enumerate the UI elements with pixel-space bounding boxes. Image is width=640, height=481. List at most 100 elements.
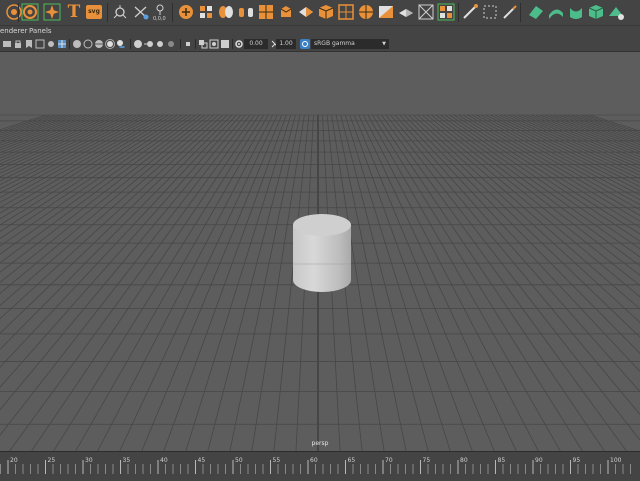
nurbs-cube-icon[interactable]	[586, 2, 606, 22]
grid-line	[458, 115, 640, 451]
grid-line	[341, 115, 431, 451]
grid-line	[0, 115, 141, 451]
grid-line	[486, 115, 640, 451]
timeline-tick-label: 95	[573, 457, 581, 464]
cube-icon[interactable]	[316, 2, 336, 22]
wireframe-on-shaded-icon[interactable]	[83, 39, 93, 49]
backface-icon[interactable]	[220, 39, 230, 49]
joint-icon[interactable]	[110, 2, 130, 22]
timeline-tick-label: 30	[85, 457, 93, 464]
nurbs-plane-icon[interactable]	[526, 2, 546, 22]
use-lights-icon[interactable]	[105, 39, 115, 49]
wireframe-icon[interactable]	[57, 39, 67, 49]
grid-line	[206, 115, 296, 451]
camera-attributes-icon[interactable]	[46, 39, 56, 49]
grid-line	[0, 115, 232, 451]
grid-line	[0, 115, 60, 451]
grid-line	[372, 115, 588, 451]
exposure-icon[interactable]	[234, 39, 244, 49]
smooth-shade-icon[interactable]	[72, 39, 82, 49]
edge-loop-icon[interactable]	[480, 2, 500, 22]
shadows-icon[interactable]	[116, 39, 126, 49]
timeline-tick-label: 100	[610, 457, 622, 464]
screen-space-ao-icon[interactable]	[133, 39, 143, 49]
grid-line	[0, 115, 128, 451]
grid-line	[350, 115, 476, 451]
plane-icon[interactable]	[396, 2, 416, 22]
grid-line	[0, 115, 110, 451]
bookmark-icon[interactable]	[24, 39, 34, 49]
nurbs-loft-icon[interactable]	[566, 2, 586, 22]
grid-line	[0, 115, 241, 451]
bevel-icon[interactable]	[296, 2, 316, 22]
extrude-icon[interactable]	[276, 2, 296, 22]
grid-line	[490, 115, 640, 451]
camera-render-icon[interactable]	[176, 2, 196, 22]
timeline-tick-label: 80	[460, 457, 468, 464]
timeline-tick-label: 70	[385, 457, 393, 464]
timeline-tick-label: 35	[123, 457, 131, 464]
grid-line	[517, 115, 640, 451]
isolate-select-icon[interactable]	[183, 39, 193, 49]
grid-line	[3, 115, 255, 451]
nurbs-extrude-icon[interactable]	[606, 2, 626, 22]
exposure-field[interactable]: 0.00	[244, 39, 268, 49]
xray-joints-icon[interactable]	[209, 39, 219, 49]
tile-icon[interactable]	[196, 2, 216, 22]
grid-line	[183, 115, 291, 451]
nurbs-surface-icon[interactable]	[546, 2, 566, 22]
mesh-ops-icon[interactable]	[436, 2, 456, 22]
anti-aliasing-icon[interactable]	[155, 39, 165, 49]
separate-icon[interactable]	[236, 2, 256, 22]
motion-blur-icon[interactable]	[144, 39, 154, 49]
brush-icon[interactable]	[500, 2, 520, 22]
knife-icon[interactable]	[460, 2, 480, 22]
grid-line	[363, 115, 543, 451]
timeline-tick-label: 25	[48, 457, 56, 464]
camera-label: persp	[300, 440, 340, 447]
menu-renderer[interactable]: enderer	[0, 26, 27, 37]
mirror-icon[interactable]	[416, 2, 436, 22]
timeline-tick-label: 75	[423, 457, 431, 464]
color-management-icon[interactable]	[300, 39, 310, 49]
panel-toolbar: 0.00 1.00 sRGB gamma ▼	[0, 37, 640, 52]
timeline-tick-label: 55	[273, 457, 281, 464]
star-icon[interactable]	[42, 2, 62, 22]
grid-line	[381, 115, 633, 451]
depth-of-field-icon[interactable]	[166, 39, 176, 49]
image-plane-icon[interactable]	[35, 39, 45, 49]
svg-text:0,0,0: 0,0,0	[153, 16, 166, 21]
grid-line	[0, 115, 246, 451]
gamma-field[interactable]: 1.00	[276, 39, 296, 49]
cylinder-top	[293, 214, 351, 236]
combine-icon[interactable]	[216, 2, 236, 22]
svg-tool-icon[interactable]: svg	[84, 2, 104, 22]
text-tool-icon[interactable]: T	[64, 2, 84, 22]
locator-icon[interactable]: 0,0,0	[150, 2, 170, 22]
grid-line	[576, 115, 640, 451]
torus-icon[interactable]	[20, 2, 40, 22]
perspective-viewport[interactable]	[0, 52, 640, 451]
sphere-ops-icon[interactable]	[356, 2, 376, 22]
grid-line	[161, 115, 287, 451]
xray-icon[interactable]	[198, 39, 208, 49]
timeline-tick-label: 50	[235, 457, 243, 464]
textured-icon[interactable]	[94, 39, 104, 49]
select-camera-icon[interactable]	[2, 39, 12, 49]
color-space-select[interactable]: sRGB gamma ▼	[311, 39, 389, 49]
timeline-tick-label: 90	[535, 457, 543, 464]
grid-line	[345, 115, 453, 451]
grid-line	[93, 115, 273, 451]
uv-grid-icon[interactable]	[336, 2, 356, 22]
time-slider[interactable]: 20253035404550556065707580859095100	[0, 451, 640, 481]
lock-camera-icon[interactable]	[13, 39, 23, 49]
grid	[0, 52, 640, 451]
split-icon[interactable]	[376, 2, 396, 22]
grid-line	[0, 115, 200, 451]
ik-handle-icon[interactable]	[131, 2, 151, 22]
grid-cells-icon[interactable]	[256, 2, 276, 22]
grid-line	[409, 115, 640, 451]
grid-line	[354, 115, 498, 451]
menu-panels[interactable]: Panels	[29, 26, 52, 37]
timeline-tick-label: 40	[160, 457, 168, 464]
